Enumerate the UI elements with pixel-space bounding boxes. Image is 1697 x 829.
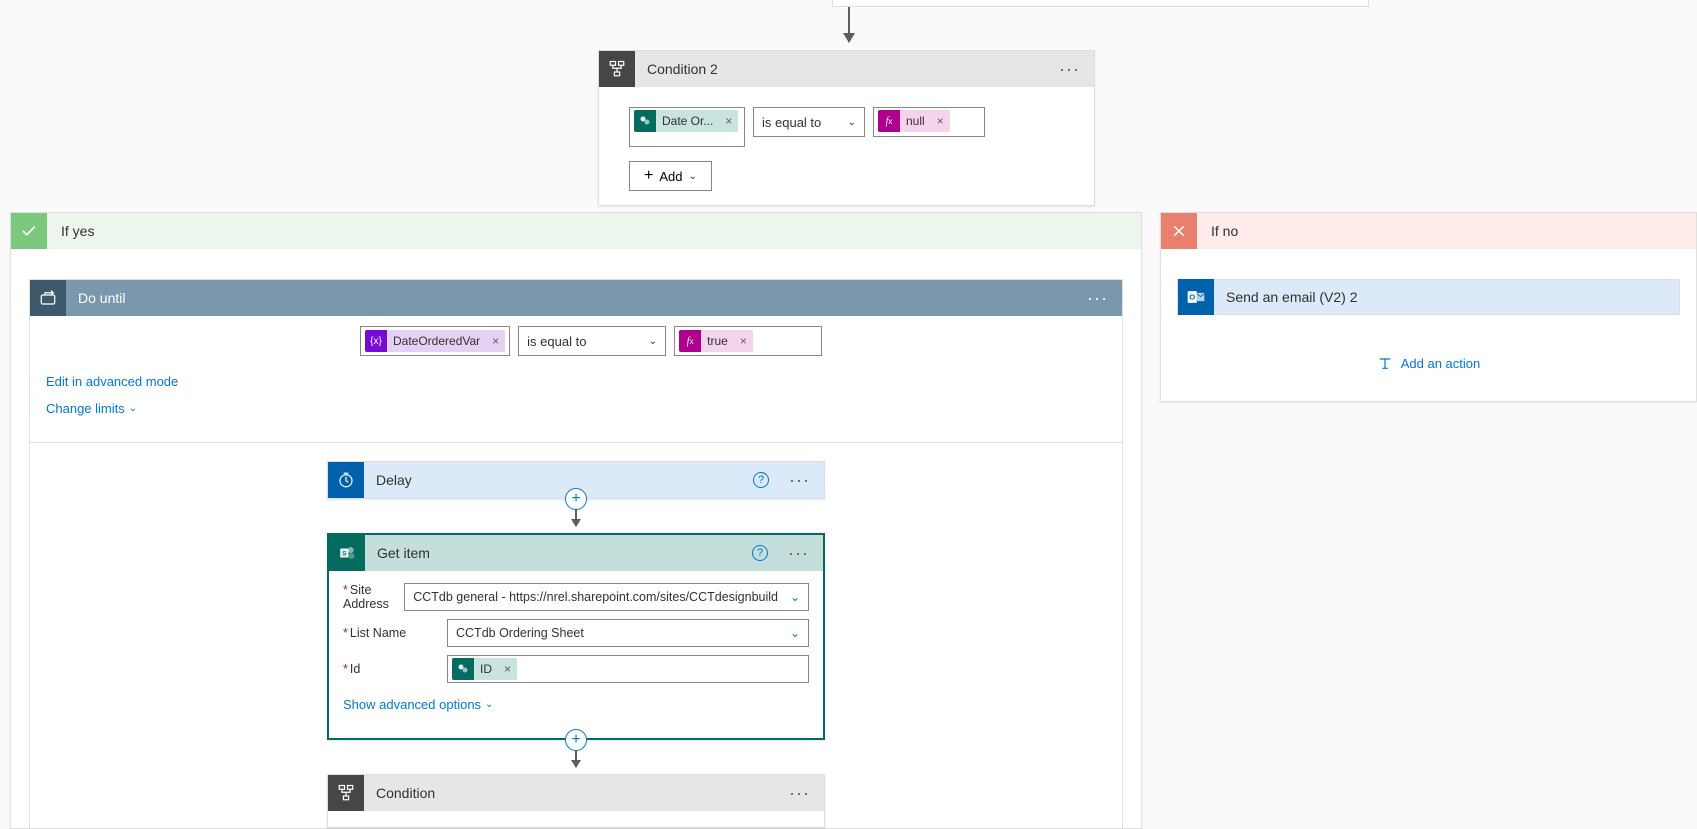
- chevron-down-icon: ⌄: [649, 336, 657, 347]
- remove-token-icon[interactable]: ×: [734, 334, 753, 348]
- svg-text:S: S: [342, 550, 347, 557]
- do-until-right-value[interactable]: fx true ×: [674, 326, 822, 356]
- condition2-operator[interactable]: is equal to ⌄: [753, 107, 865, 137]
- list-name-value: CCTdb Ordering Sheet: [456, 626, 584, 640]
- delay-title: Delay: [364, 472, 753, 488]
- id-input[interactable]: ID ×: [447, 655, 809, 683]
- clock-icon: [328, 462, 364, 498]
- help-icon[interactable]: ?: [753, 472, 769, 488]
- if-no-label: If no: [1197, 223, 1238, 239]
- get-item-header[interactable]: S Get item ? ···: [329, 535, 823, 571]
- condition-icon: [599, 51, 635, 87]
- close-icon: [1161, 213, 1197, 249]
- id-label: *Id: [343, 662, 439, 676]
- condition2-left-value[interactable]: Date Or... ×: [629, 107, 745, 147]
- site-address-value: CCTdb general - https://nrel.sharepoint.…: [413, 590, 778, 604]
- more-icon[interactable]: ···: [1083, 288, 1112, 309]
- if-yes-branch: If yes Do until ··· {x} DateOrderedVar ×: [10, 212, 1142, 829]
- outlook-icon: O: [1178, 279, 1214, 315]
- token-label: Date Or...: [656, 114, 719, 128]
- operator-label: is equal to: [762, 115, 821, 130]
- remove-token-icon[interactable]: ×: [719, 114, 738, 128]
- condition2-right-value[interactable]: fx null ×: [873, 107, 985, 137]
- show-advanced-label: Show advanced options: [343, 697, 481, 712]
- do-until-title: Do until: [66, 290, 1083, 306]
- change-limits-label: Change limits: [46, 401, 125, 416]
- add-action-label: Add an action: [1401, 356, 1481, 371]
- get-item-card: S Get item ? ··· *Site Address CCTdb gen…: [327, 533, 825, 740]
- fx-token-icon: fx: [679, 330, 701, 352]
- help-icon[interactable]: ?: [752, 545, 768, 561]
- do-until-card: Do until ··· {x} DateOrderedVar × is equ…: [29, 279, 1123, 829]
- remove-token-icon[interactable]: ×: [486, 334, 505, 348]
- connector-arrow: [575, 751, 577, 767]
- send-email-card[interactable]: O Send an email (V2) 2: [1177, 279, 1680, 315]
- operator-label: is equal to: [527, 334, 586, 349]
- list-name-label: *List Name: [343, 626, 439, 640]
- checkmark-icon: [11, 213, 47, 249]
- if-no-header[interactable]: If no: [1161, 213, 1696, 249]
- connector-arrow: [848, 7, 850, 42]
- token-label: DateOrderedVar: [387, 334, 486, 348]
- previous-card-stub: [832, 0, 1369, 7]
- more-icon[interactable]: ···: [785, 783, 814, 804]
- do-until-operator[interactable]: is equal to ⌄: [518, 326, 666, 356]
- send-email-label: Send an email (V2) 2: [1214, 289, 1358, 305]
- chevron-down-icon: ⌄: [790, 590, 800, 604]
- add-step-button[interactable]: +: [565, 729, 587, 751]
- remove-token-icon[interactable]: ×: [498, 662, 517, 676]
- show-advanced-link[interactable]: Show advanced options ⌄: [343, 697, 493, 712]
- plus-icon: +: [644, 168, 653, 184]
- sharepoint-icon: S: [329, 535, 365, 571]
- chevron-down-icon: ⌄: [129, 403, 137, 414]
- add-step-button[interactable]: +: [565, 488, 587, 510]
- condition2-title: Condition 2: [635, 61, 1055, 77]
- if-yes-header[interactable]: If yes: [11, 213, 1141, 249]
- token-label: null: [900, 114, 931, 128]
- chevron-down-icon: ⌄: [485, 699, 493, 710]
- token-label: true: [701, 334, 734, 348]
- more-icon[interactable]: ···: [785, 470, 814, 491]
- loop-icon: [30, 280, 66, 316]
- if-yes-label: If yes: [47, 223, 94, 239]
- condition-title: Condition: [364, 785, 785, 801]
- condition-icon: [328, 775, 364, 811]
- change-limits-link[interactable]: Change limits ⌄: [46, 401, 137, 416]
- get-item-title: Get item: [365, 545, 752, 561]
- add-action-button[interactable]: Add an action: [1177, 355, 1680, 371]
- chevron-down-icon: ⌄: [688, 171, 696, 182]
- svg-text:O: O: [1189, 293, 1195, 302]
- do-until-left-value[interactable]: {x} DateOrderedVar ×: [360, 326, 510, 356]
- sharepoint-token-icon: [452, 658, 474, 680]
- condition2-header[interactable]: Condition 2 ···: [599, 51, 1094, 87]
- edit-advanced-link[interactable]: Edit in advanced mode: [46, 374, 178, 389]
- if-no-branch: If no O Send an email (V2) 2 Add an acti…: [1160, 212, 1697, 402]
- connector-arrow: [575, 510, 577, 526]
- do-until-header[interactable]: Do until ···: [30, 280, 1122, 316]
- fx-token-icon: fx: [878, 110, 900, 132]
- chevron-down-icon: ⌄: [790, 626, 800, 640]
- variable-token-icon: {x}: [365, 330, 387, 352]
- add-label: Add: [659, 169, 682, 184]
- site-address-label: *Site Address: [343, 583, 396, 611]
- condition-card[interactable]: Condition ···: [327, 774, 825, 828]
- more-icon[interactable]: ···: [784, 543, 813, 564]
- more-icon[interactable]: ···: [1055, 59, 1084, 80]
- remove-token-icon[interactable]: ×: [931, 114, 950, 128]
- chevron-down-icon: ⌄: [848, 117, 856, 128]
- token-label: ID: [474, 662, 498, 676]
- list-name-input[interactable]: CCTdb Ordering Sheet ⌄: [447, 619, 809, 647]
- add-action-icon: [1377, 355, 1393, 371]
- condition2-card: Condition 2 ··· Date Or... × is equal to…: [598, 50, 1095, 206]
- add-condition-button[interactable]: + Add ⌄: [629, 161, 712, 191]
- sharepoint-token-icon: [634, 110, 656, 132]
- site-address-input[interactable]: CCTdb general - https://nrel.sharepoint.…: [404, 583, 809, 611]
